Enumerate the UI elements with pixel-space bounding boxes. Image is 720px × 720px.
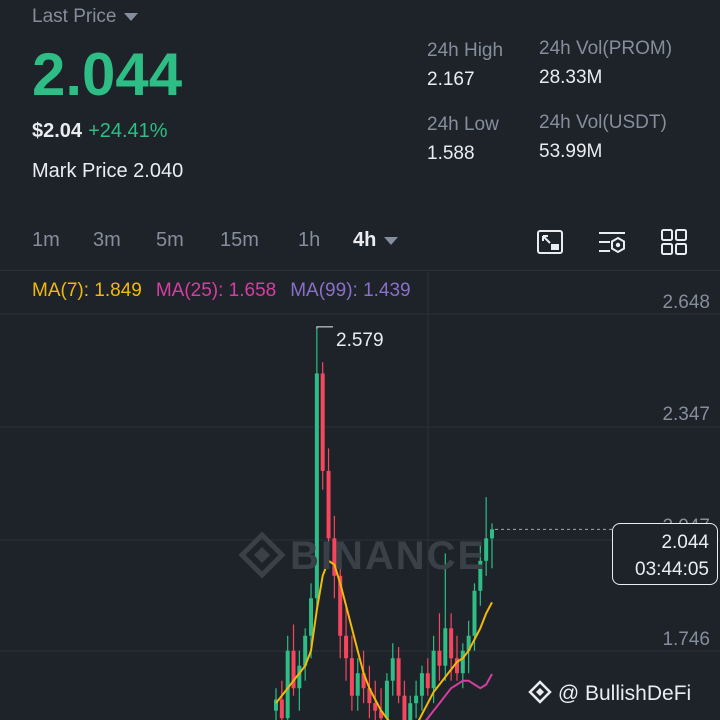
credit-label: @ BullishDeFi (528, 680, 691, 706)
vol-prom-value: 28.33M (539, 67, 603, 88)
ma7-line (275, 559, 493, 720)
candle-body (297, 665, 302, 689)
mark-price-value: 2.040 (133, 160, 184, 182)
tab-4h[interactable]: 4h (353, 229, 399, 252)
tab-15m[interactable]: 15m (220, 229, 259, 252)
vol-usdt-label: 24h Vol(USDT) (539, 112, 667, 133)
caret-down-icon (384, 236, 399, 245)
indicator-settings-icon[interactable] (596, 226, 628, 258)
current-price-value: 2.044 (661, 532, 709, 553)
last-price-selector[interactable]: Last Price (32, 6, 139, 28)
candle-body (285, 650, 290, 719)
low-value: 1.588 (427, 143, 475, 164)
candle-body (326, 470, 331, 539)
fullscreen-icon[interactable] (534, 226, 566, 258)
candle-countdown: 03:44:05 (635, 559, 709, 580)
mark-price-row: Mark Price 2.040 (32, 160, 183, 183)
candle-body (414, 695, 419, 704)
y-tick-label: 2.648 (662, 292, 710, 313)
usd-price-row: $2.04 +24.41% (32, 120, 168, 143)
candle-body (431, 650, 436, 689)
candle-body (449, 628, 454, 659)
candle-body (320, 373, 325, 471)
candle-body (443, 628, 448, 666)
ma99-value: MA(99): 1.439 (290, 280, 411, 301)
ma25-value: MA(25): 1.658 (155, 280, 277, 301)
candle-body (472, 590, 477, 636)
current-price-tag[interactable]: 2.044 03:44:05 (612, 523, 718, 585)
candle-body (396, 658, 401, 696)
tab-3m[interactable]: 3m (93, 229, 121, 252)
y-tick-label: 1.746 (662, 629, 710, 650)
candle-body (384, 680, 389, 719)
candle-body (344, 635, 349, 659)
caret-down-icon (124, 12, 139, 21)
divider (0, 270, 720, 271)
tab-1m[interactable]: 1m (32, 229, 60, 252)
tab-4h-label: 4h (353, 229, 377, 251)
watermark-text: BINANCE (290, 534, 487, 578)
candle-body (279, 699, 284, 719)
credit-text: @ BullishDeFi (557, 682, 692, 705)
ma-indicators[interactable]: MA(7): 1.849 MA(25): 1.658 MA(99): 1.439 (32, 280, 411, 302)
binance-logo-icon (528, 680, 552, 704)
vol-usdt-value: 53.99M (539, 141, 603, 162)
candle-body (437, 650, 442, 666)
candle-body (390, 658, 395, 681)
binance-watermark-icon (238, 531, 286, 579)
last-price-value: 2.044 (32, 41, 183, 108)
high-label: 24h High (427, 40, 504, 61)
grid-layout-icon[interactable] (658, 226, 690, 258)
tab-5m[interactable]: 5m (156, 229, 184, 252)
mark-price-label: Mark Price (32, 160, 128, 182)
candle-body (355, 673, 360, 696)
candle-body (490, 529, 494, 539)
tab-1h[interactable]: 1h (298, 229, 320, 252)
high-value: 2.167 (427, 69, 475, 90)
ma7-value: MA(7): 1.849 (32, 280, 142, 301)
candle-body (419, 673, 424, 696)
candle-body (425, 673, 430, 689)
vol-prom-label: 24h Vol(PROM) (539, 38, 673, 59)
candle-body (349, 658, 354, 696)
candle-body (408, 703, 413, 720)
y-tick-label: 2.347 (662, 404, 710, 425)
candle-body (460, 650, 465, 674)
change-percent: +24.41% (88, 120, 168, 142)
low-label: 24h Low (427, 114, 499, 135)
peak-price-label: 2.579 (336, 330, 384, 351)
candle-body (309, 598, 314, 636)
usd-price: $2.04 (32, 120, 83, 142)
last-price-label: Last Price (32, 6, 117, 27)
peak-leader-line (316, 326, 333, 329)
candle-body (402, 695, 407, 720)
